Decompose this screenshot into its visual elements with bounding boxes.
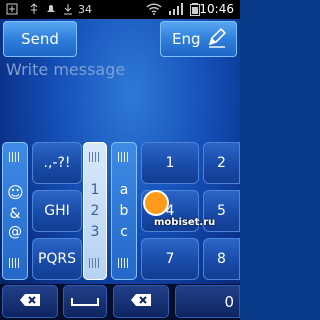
space-button[interactable] xyxy=(63,285,107,318)
clock: 10:46 xyxy=(199,2,234,16)
at-key[interactable]: @ xyxy=(7,224,23,240)
backspace-icon xyxy=(130,293,152,311)
mode-letter-b: b xyxy=(119,203,129,219)
pencil-icon xyxy=(206,27,228,53)
key-0[interactable]: 0 xyxy=(175,285,240,318)
grip-top-letters xyxy=(118,152,130,162)
message-input[interactable]: Write message xyxy=(6,60,125,79)
sync-icon xyxy=(6,3,18,16)
watermark-text: mobiset.ru xyxy=(154,217,216,228)
space-icon xyxy=(70,293,100,311)
backspace-left-button[interactable] xyxy=(2,285,58,318)
key-7[interactable]: 7 xyxy=(141,238,199,280)
usb-icon xyxy=(28,3,40,16)
status-bar: 34 10:46 xyxy=(0,0,240,19)
smiley-key[interactable]: ☺ xyxy=(7,183,24,202)
grip-bottom-left xyxy=(9,258,21,268)
mode-letter-c: c xyxy=(120,224,128,240)
notification-count: 34 xyxy=(78,3,92,16)
mode-number-1: 1 xyxy=(90,182,100,198)
mode-number-3: 3 xyxy=(90,224,100,240)
key-8[interactable]: 8 xyxy=(203,238,240,280)
download-icon xyxy=(62,3,74,16)
watermark-logo xyxy=(145,192,167,214)
mode-letter-a: a xyxy=(119,182,129,198)
backspace-icon xyxy=(19,293,41,311)
grip-top-numbers xyxy=(89,152,101,162)
ampersand-key[interactable]: & xyxy=(7,206,23,222)
grip-top-left xyxy=(9,152,21,162)
key-ghi[interactable]: GHI xyxy=(32,190,82,232)
wifi-icon xyxy=(146,3,162,16)
grip-bottom-numbers xyxy=(89,258,101,268)
key-1[interactable]: 1 xyxy=(141,142,199,184)
key-pqrs[interactable]: PQRS xyxy=(32,238,82,280)
grip-bottom-letters xyxy=(118,258,130,268)
signal-icon xyxy=(168,3,184,16)
mode-number-2: 2 xyxy=(90,203,100,219)
notification-icon xyxy=(46,3,56,16)
punctuation-key[interactable]: .,-?! xyxy=(32,142,82,184)
backspace-right-button[interactable] xyxy=(113,285,169,318)
send-button[interactable]: Send xyxy=(3,21,77,57)
language-button[interactable]: Eng xyxy=(160,21,237,57)
key-2[interactable]: 2 xyxy=(203,142,240,184)
language-label: Eng xyxy=(172,30,201,48)
